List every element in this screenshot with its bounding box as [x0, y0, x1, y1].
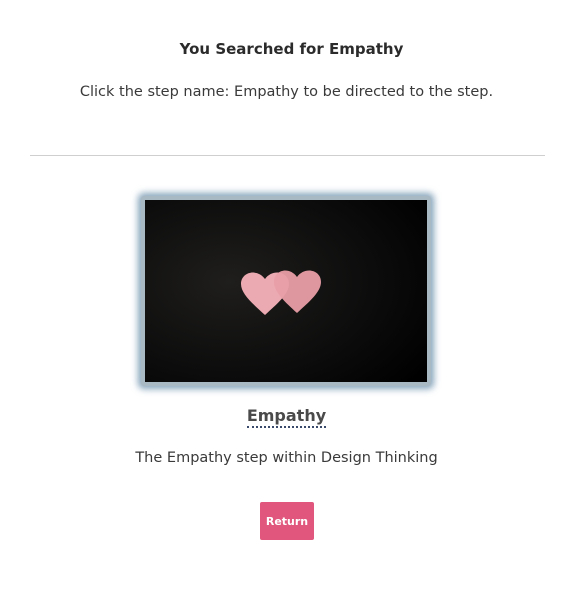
step-link-label[interactable]: Empathy [246, 406, 327, 428]
divider [30, 155, 545, 156]
return-button[interactable]: Return [260, 502, 314, 540]
step-link-empathy[interactable]: Empathy [0, 406, 573, 428]
two-hearts-icon [145, 200, 427, 382]
step-image[interactable] [141, 196, 431, 386]
step-description: The Empathy step within Design Thinking [135, 450, 438, 466]
page-title: You Searched for Empathy [179, 40, 404, 58]
search-instructions: Click the step name: Empathy to be direc… [79, 84, 494, 100]
